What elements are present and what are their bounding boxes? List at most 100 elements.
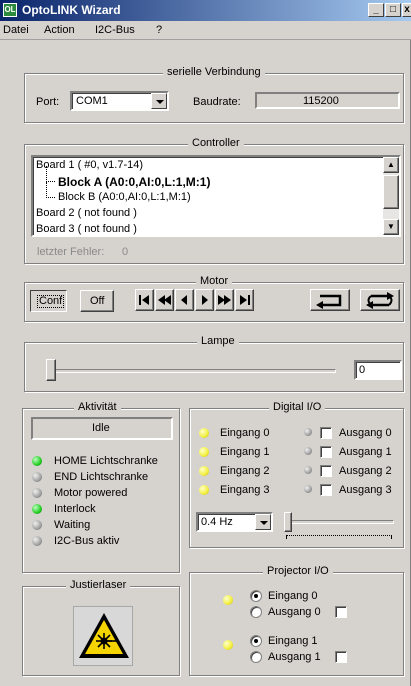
activity-status-field: Idle xyxy=(31,417,173,440)
menu-help[interactable]: ? xyxy=(156,24,162,36)
activity-item-label: Motor powered xyxy=(54,487,128,499)
projector-output-checkbox[interactable] xyxy=(335,651,347,663)
status-led-icon xyxy=(32,504,42,514)
tree-scrollbar[interactable]: ▲ ▼ xyxy=(383,157,399,235)
projector-input-radio[interactable] xyxy=(250,590,262,602)
output-checkbox[interactable] xyxy=(320,484,332,496)
frequency-select[interactable]: 0.4 Hz xyxy=(196,512,273,532)
conf-button-label: Conf xyxy=(37,295,65,308)
activity-item-label: Interlock xyxy=(54,503,96,515)
projector-input-radio[interactable] xyxy=(250,635,262,647)
fast-rewind-button[interactable] xyxy=(155,289,174,311)
step-forward-button[interactable] xyxy=(195,289,214,311)
activity-group-title: Aktivität xyxy=(74,401,121,413)
fast-forward-button[interactable] xyxy=(215,289,234,311)
controller-tree[interactable]: Board 1 ( #0, v1.7-14) Block A (A0:0,AI:0… xyxy=(31,155,401,237)
close-button[interactable]: x xyxy=(402,3,411,17)
tree-connector xyxy=(46,182,55,198)
activity-item-label: Waiting xyxy=(54,519,91,531)
last-error-label: letzter Fehler: xyxy=(37,246,105,258)
lamp-group: Lampe xyxy=(24,335,404,392)
digital-output-label: Ausgang 1 xyxy=(339,446,392,458)
lamp-slider-track[interactable] xyxy=(46,369,336,373)
menu-bar: Datei Action I2C-Bus ? xyxy=(0,21,411,40)
digital-output-label: Ausgang 0 xyxy=(339,427,392,439)
step-back-button[interactable] xyxy=(175,289,194,311)
scroll-thumb[interactable] xyxy=(383,175,399,209)
step-forward-icon xyxy=(202,295,208,305)
scroll-down-button[interactable]: ▼ xyxy=(383,219,399,235)
off-button[interactable]: Off xyxy=(80,290,114,312)
lamp-value-input[interactable]: 0 xyxy=(354,360,402,380)
skip-forward-button[interactable] xyxy=(235,289,254,311)
chevron-down-icon[interactable] xyxy=(255,514,271,530)
tree-node[interactable]: Block A (A0:0,AI:0,L:1,M:1) xyxy=(34,166,374,190)
tree-node[interactable]: Board 3 ( not found ) xyxy=(34,222,374,235)
laser-button[interactable] xyxy=(73,606,133,666)
title-bar[interactable]: OL OptoLINK Wizard _ □ x xyxy=(0,0,411,21)
menu-datei[interactable]: Datei xyxy=(3,24,29,36)
projector-input-label: Eingang 1 xyxy=(268,635,318,647)
restore-button[interactable]: □ xyxy=(385,3,401,17)
laser-group-title: Justierlaser xyxy=(66,579,131,591)
output-checkbox[interactable] xyxy=(320,446,332,458)
last-error-value: 0 xyxy=(122,246,129,258)
tree-node-label: Block A (A0:0,AI:0,L:1,M:1) xyxy=(58,175,211,189)
tree-node-label: Board 3 ( not found ) xyxy=(36,223,137,235)
menu-i2c-bus[interactable]: I2C-Bus xyxy=(95,24,135,36)
frequency-slider-thumb[interactable] xyxy=(284,512,292,532)
digital-output-label: Ausgang 2 xyxy=(339,465,392,477)
activity-item-label: END Lichtschranke xyxy=(54,471,149,483)
frequency-slider-track[interactable] xyxy=(284,520,394,524)
port-label: Port: xyxy=(36,96,60,108)
status-led-icon xyxy=(32,488,42,498)
projector-output-radio[interactable] xyxy=(250,606,262,618)
output-led-icon xyxy=(304,428,312,436)
digital-input-label: Eingang 1 xyxy=(220,446,270,458)
app-window: OL OptoLINK Wizard _ □ x Datei Action I2… xyxy=(0,0,411,686)
projector-output-checkbox[interactable] xyxy=(335,606,347,618)
chevron-down-icon[interactable] xyxy=(151,93,167,109)
activity-status: Idle xyxy=(92,422,110,434)
status-led-icon xyxy=(32,456,42,466)
lamp-group-title: Lampe xyxy=(197,335,239,347)
laser-warning-icon xyxy=(79,613,129,658)
output-led-icon xyxy=(304,447,312,455)
lamp-slider-thumb[interactable] xyxy=(46,359,56,381)
off-button-label: Off xyxy=(90,295,105,307)
serial-group-title: serielle Verbindung xyxy=(163,66,265,78)
menu-action[interactable]: Action xyxy=(44,24,75,36)
input-led-icon xyxy=(199,485,209,495)
step-back-icon xyxy=(181,295,187,305)
return-arrow-icon xyxy=(316,294,342,309)
motor-group-title: Motor xyxy=(196,275,233,287)
projector-io-group-title: Projector I/O xyxy=(263,565,333,577)
projector-output-label: Ausgang 0 xyxy=(268,606,321,618)
minimize-button[interactable]: _ xyxy=(368,3,384,17)
digital-io-group-title: Digital I/O xyxy=(269,401,326,413)
tree-node[interactable]: Block B (A0:0,AI:0,L:1,M:1) xyxy=(34,182,374,206)
skip-back-icon xyxy=(139,295,149,305)
projector-led-icon xyxy=(223,595,233,605)
skip-back-button[interactable] xyxy=(135,289,154,311)
tree-node[interactable]: Board 2 ( not found ) xyxy=(34,206,374,222)
output-checkbox[interactable] xyxy=(320,465,332,477)
tree-node-label: Board 2 ( not found ) xyxy=(36,207,137,219)
output-checkbox[interactable] xyxy=(320,427,332,439)
scroll-up-button[interactable]: ▲ xyxy=(383,157,399,173)
app-icon: OL xyxy=(3,3,17,17)
port-value: COM1 xyxy=(76,95,108,107)
output-led-icon xyxy=(304,466,312,474)
loop-button[interactable] xyxy=(360,289,400,311)
return-button[interactable] xyxy=(310,289,350,311)
lamp-value: 0 xyxy=(359,364,366,376)
activity-item-label: HOME Lichtschranke xyxy=(54,455,158,467)
input-led-icon xyxy=(199,428,209,438)
conf-button[interactable]: Conf xyxy=(30,290,67,312)
output-led-icon xyxy=(304,485,312,493)
tree-node[interactable]: Board 1 ( #0, v1.7-14) xyxy=(34,158,374,174)
projector-led-icon xyxy=(223,640,233,650)
projector-output-radio[interactable] xyxy=(250,651,262,663)
status-led-icon xyxy=(32,536,42,546)
port-select[interactable]: COM1 xyxy=(70,91,169,111)
